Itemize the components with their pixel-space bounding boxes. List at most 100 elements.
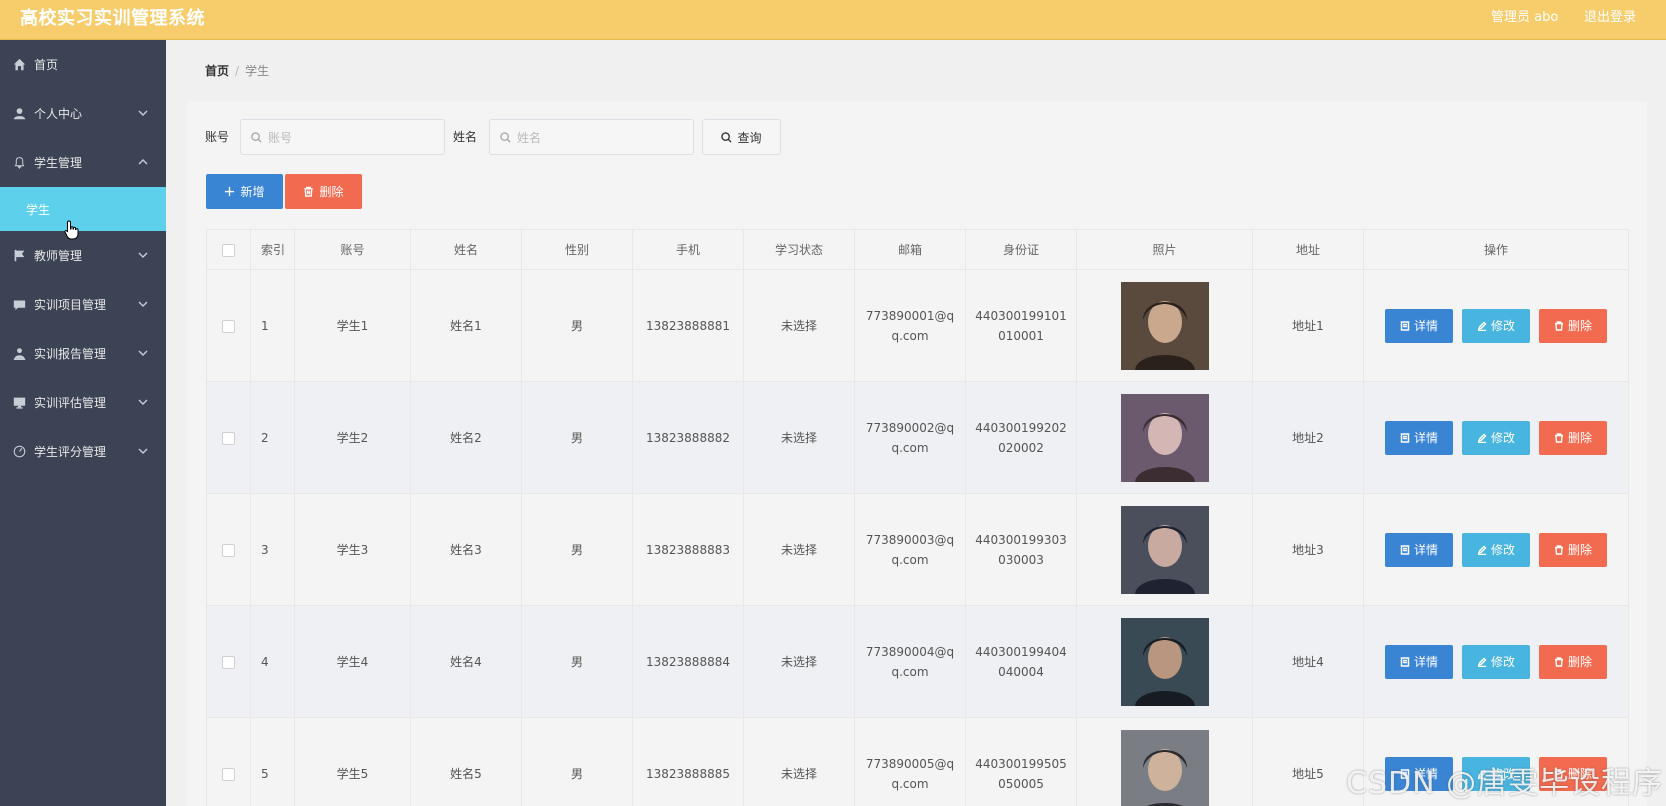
row-checkbox[interactable] — [222, 543, 235, 557]
chat-icon — [12, 298, 26, 312]
cell-operations: 详情 修改 删除 — [1363, 493, 1629, 606]
account-search-input[interactable]: 账号 — [240, 119, 445, 155]
select-all-checkbox[interactable] — [222, 243, 235, 257]
batch-delete-button[interactable]: 删除 — [285, 174, 362, 209]
name-search-input[interactable]: 姓名 — [489, 119, 694, 155]
search-icon — [500, 131, 511, 143]
edit-button[interactable]: 修改 — [1462, 532, 1530, 567]
edit-button[interactable]: 修改 — [1462, 420, 1530, 455]
detail-button[interactable]: 详情 — [1385, 308, 1453, 343]
chevron-down-icon — [138, 249, 148, 263]
cell-gender: 男 — [521, 717, 633, 806]
edit-button[interactable]: 修改 — [1462, 308, 1530, 343]
pencil-icon — [1477, 432, 1487, 443]
cell-name: 姓名4 — [410, 605, 522, 718]
breadcrumb-home[interactable]: 首页 — [205, 64, 229, 78]
cell-id-card: 440300199202 020002 — [965, 381, 1077, 494]
cell-phone: 13823888884 — [632, 605, 744, 718]
cell-account: 学生4 — [294, 605, 411, 718]
cell-status: 未选择 — [743, 493, 855, 606]
delete-button[interactable]: 删除 — [1539, 420, 1607, 455]
monitor-icon — [12, 396, 26, 410]
trash-icon — [304, 186, 314, 197]
student-photo — [1120, 393, 1209, 482]
cell-status: 未选择 — [743, 269, 855, 382]
id-line-2: 030003 — [998, 552, 1044, 567]
row-checkbox-cell[interactable] — [206, 605, 251, 718]
cell-phone: 13823888883 — [632, 493, 744, 606]
delete-button[interactable]: 删除 — [1539, 308, 1607, 343]
sidebar-item-label: 实训评估管理 — [34, 396, 107, 410]
cell-email: 773890002@q q.com — [854, 381, 966, 494]
row-checkbox[interactable] — [222, 655, 235, 669]
sidebar-item-projects[interactable]: 实训项目管理 — [0, 280, 166, 329]
row-checkbox-cell[interactable] — [206, 717, 251, 806]
edit-label: 修改 — [1490, 319, 1515, 333]
detail-button[interactable]: 详情 — [1385, 644, 1453, 679]
hand-cursor-icon — [64, 220, 79, 240]
delete-button[interactable]: 删除 — [1539, 644, 1607, 679]
sidebar: 首页 个人中心 学生管理 学生 教师管理 实训项目管理 实训报告管理 实训评估管… — [0, 40, 166, 806]
students-table: 索引 账号 姓名 性别 手机 学习状态 邮箱 身份证 照片 地址 操作 1 学生1… — [206, 229, 1629, 806]
sidebar-item-home[interactable]: 首页 — [0, 40, 166, 89]
sidebar-subitem-student[interactable]: 学生 — [0, 187, 166, 231]
cell-index: 2 — [250, 381, 295, 494]
detail-label: 详情 — [1413, 655, 1438, 669]
pencil-icon — [1477, 656, 1487, 667]
sidebar-item-profile[interactable]: 个人中心 — [0, 89, 166, 138]
row-checkbox-cell[interactable] — [206, 381, 251, 494]
search-icon — [251, 131, 262, 143]
sidebar-item-teachers[interactable]: 教师管理 — [0, 231, 166, 280]
table-row: 3 学生3 姓名3 男 13823888883 未选择 773890003@q q.com 44… — [206, 493, 1629, 606]
cell-operations: 详情 修改 删除 — [1363, 381, 1629, 494]
id-line-2: 050005 — [998, 776, 1044, 791]
gauge-icon — [12, 445, 26, 459]
row-checkbox[interactable] — [222, 431, 235, 445]
sidebar-item-label: 首页 — [34, 58, 59, 72]
column-header: 索引 — [250, 229, 295, 270]
id-line-2: 010001 — [998, 328, 1044, 343]
cell-gender: 男 — [521, 605, 633, 718]
cell-index: 4 — [250, 605, 295, 718]
trash-icon — [1554, 544, 1563, 555]
select-all-cell[interactable] — [206, 229, 251, 270]
cell-index: 3 — [250, 493, 295, 606]
row-checkbox-cell[interactable] — [206, 493, 251, 606]
cell-name: 姓名2 — [410, 381, 522, 494]
cell-index: 1 — [250, 269, 295, 382]
sidebar-item-students[interactable]: 学生管理 — [0, 138, 166, 187]
row-checkbox-cell[interactable] — [206, 269, 251, 382]
email-line-1: 773890002@q — [865, 420, 955, 435]
row-checkbox[interactable] — [222, 319, 235, 333]
sidebar-item-reports[interactable]: 实训报告管理 — [0, 329, 166, 378]
cell-email: 773890001@q q.com — [854, 269, 966, 382]
row-checkbox[interactable] — [222, 767, 235, 781]
sidebar-item-scores[interactable]: 学生评分管理 — [0, 427, 166, 476]
cell-photo — [1076, 493, 1253, 606]
delete-label: 删除 — [1567, 319, 1592, 333]
delete-label: 删除 — [1567, 431, 1592, 445]
table-row: 4 学生4 姓名4 男 13823888884 未选择 773890004@q q.com 44… — [206, 605, 1629, 718]
id-line-1: 440300199505 — [975, 756, 1067, 771]
edit-label: 修改 — [1490, 543, 1515, 557]
column-header: 姓名 — [410, 229, 522, 270]
cell-name: 姓名5 — [410, 717, 522, 806]
document-icon — [1400, 320, 1410, 331]
query-button[interactable]: 查询 — [702, 119, 781, 155]
table-header-row: 索引 账号 姓名 性别 手机 学习状态 邮箱 身份证 照片 地址 操作 — [206, 229, 1629, 270]
id-line-1: 440300199202 — [975, 420, 1067, 435]
student-photo — [1120, 281, 1209, 370]
flag-icon — [12, 249, 26, 263]
home-icon — [12, 58, 26, 72]
detail-button[interactable]: 详情 — [1385, 420, 1453, 455]
edit-button[interactable]: 修改 — [1462, 644, 1530, 679]
app-title: 高校实习实训管理系统 — [20, 8, 205, 29]
add-label: 新增 — [240, 185, 265, 199]
cell-id-card: 440300199505 050005 — [965, 717, 1077, 806]
logout-link[interactable]: 退出登录 — [1584, 6, 1636, 25]
delete-button[interactable]: 删除 — [1539, 532, 1607, 567]
add-button[interactable]: 新增 — [206, 174, 283, 209]
detail-button[interactable]: 详情 — [1385, 532, 1453, 567]
sidebar-item-evaluations[interactable]: 实训评估管理 — [0, 378, 166, 427]
column-header: 照片 — [1076, 229, 1253, 270]
